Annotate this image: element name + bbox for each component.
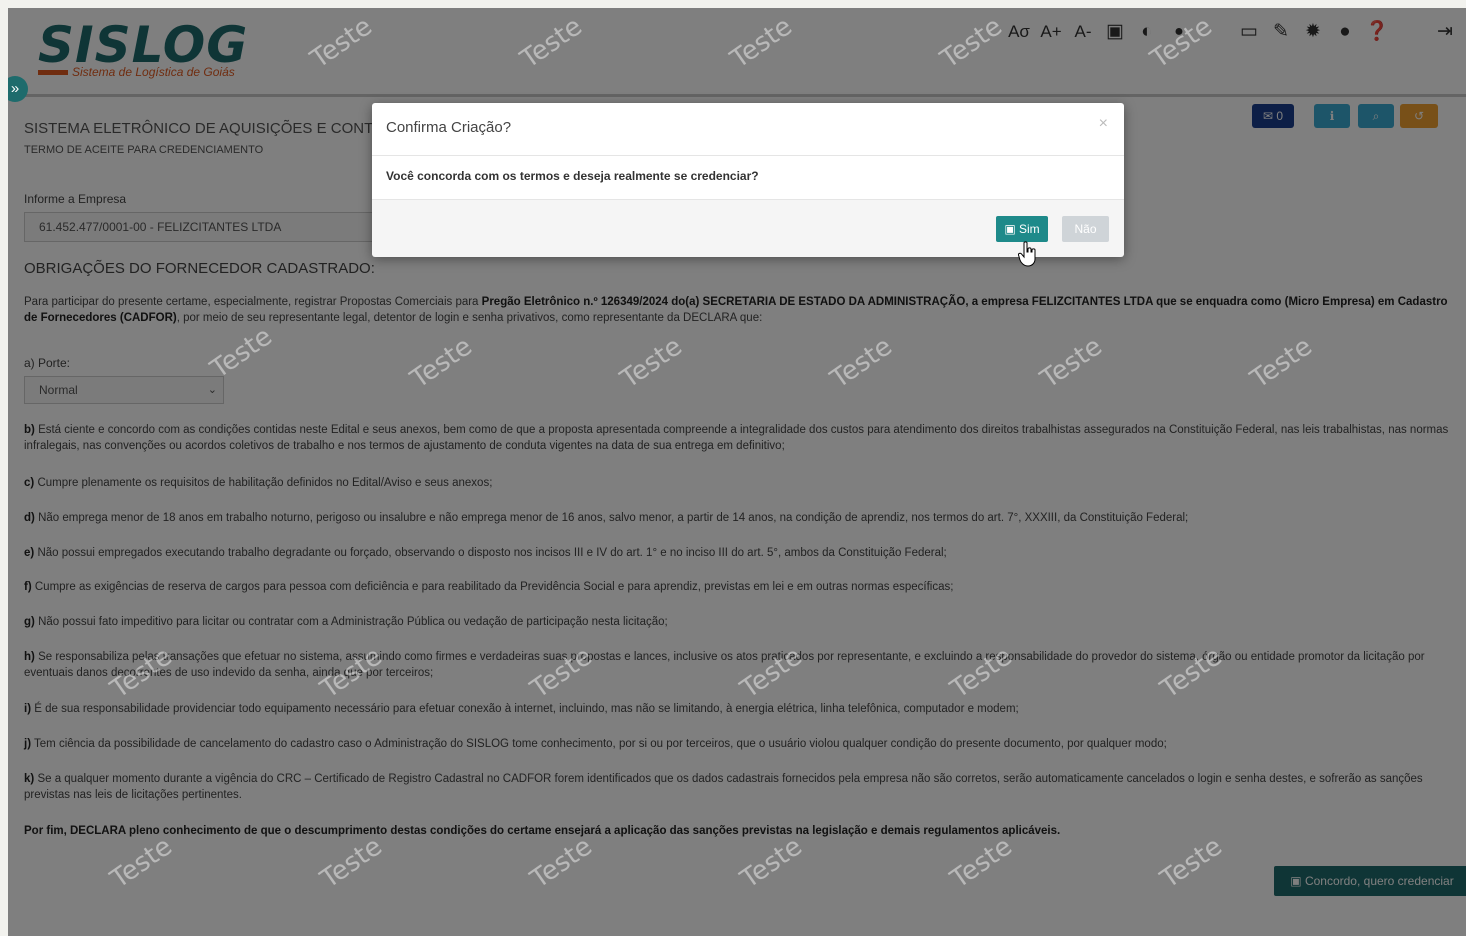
hand-cursor-icon	[1018, 241, 1036, 267]
dialog-divider	[372, 155, 1124, 156]
dialog-footer: ▣ Sim Não	[372, 199, 1124, 257]
dialog-title: Confirma Criação?	[386, 119, 512, 136]
save-icon: ▣	[1004, 222, 1016, 236]
dialog-message: Você concorda com os termos e deseja rea…	[386, 169, 759, 183]
yes-button[interactable]: ▣ Sim	[996, 216, 1048, 242]
confirm-dialog: Confirma Criação? × Você concorda com os…	[372, 103, 1124, 257]
app-window: SISLOG Sistema de Logística de Goiás Aσ …	[8, 8, 1466, 936]
no-button[interactable]: Não	[1062, 216, 1109, 242]
close-icon[interactable]: ×	[1099, 115, 1108, 133]
